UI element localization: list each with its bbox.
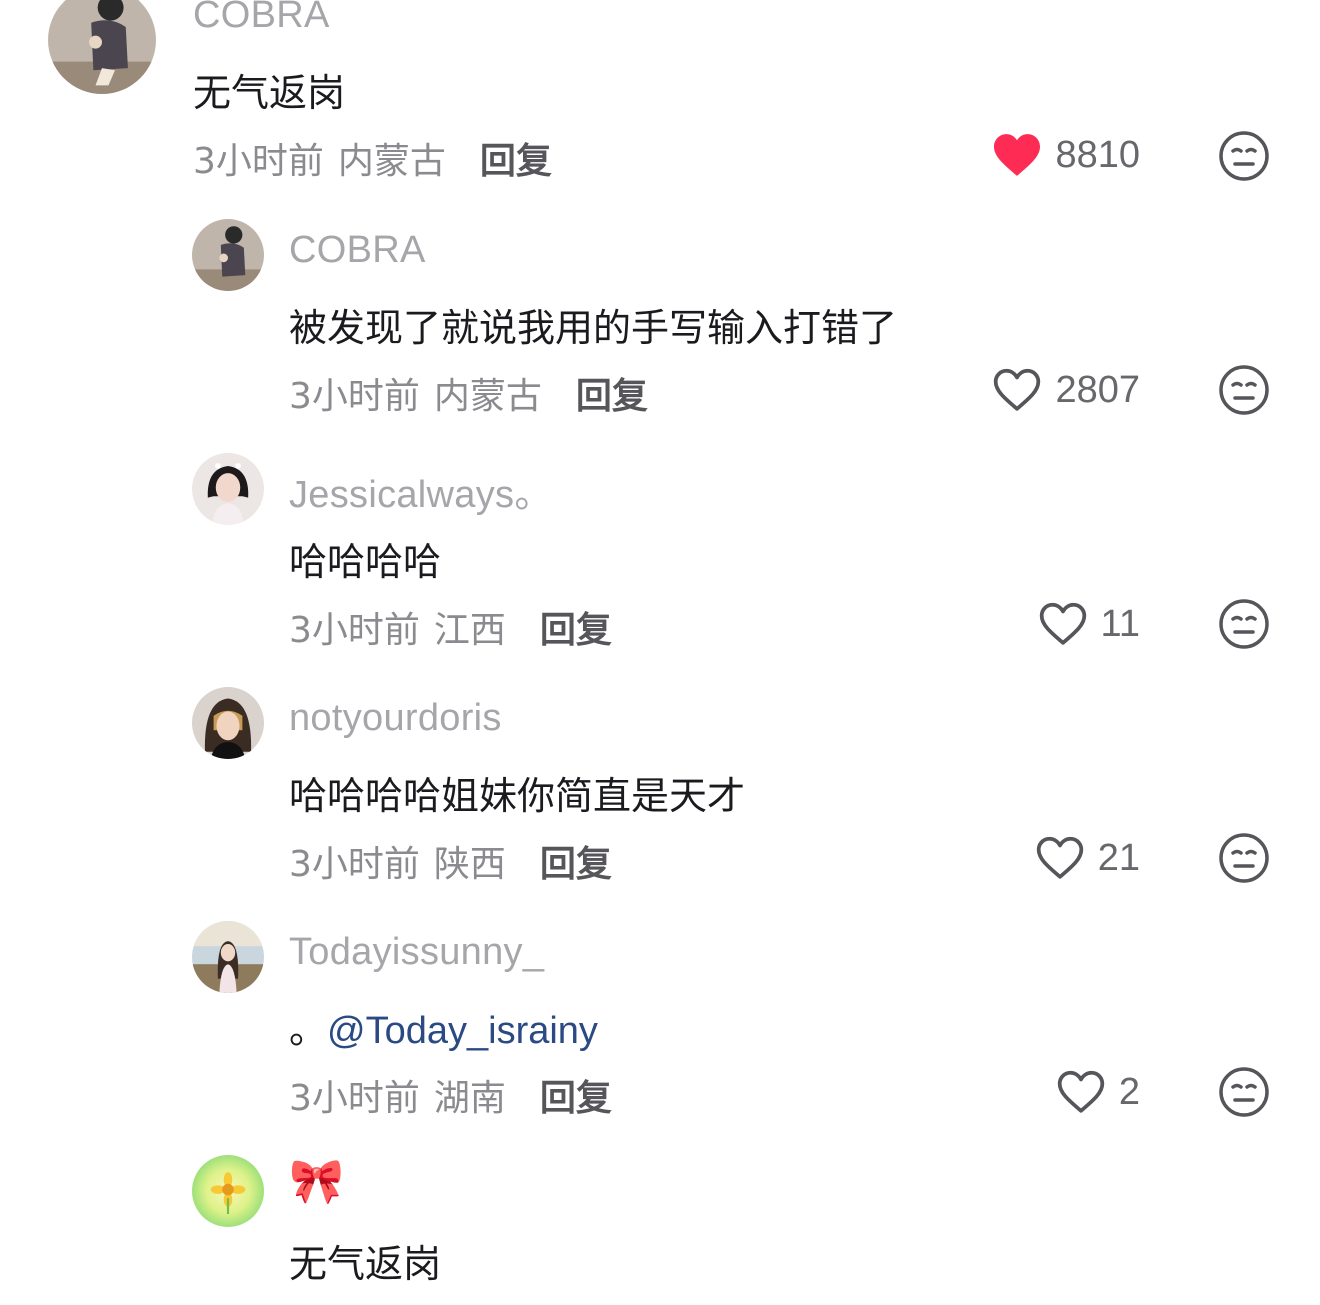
comment-time: 3小时前 [289,1078,420,1119]
like-button[interactable]: 21 [1034,835,1140,881]
heart-icon [994,368,1041,411]
like-count: 21 [1097,836,1140,879]
comment-username[interactable]: COBRA [289,229,426,272]
like-count: 8810 [1055,133,1140,176]
comment-text: 。@Today_israiny [289,999,598,1054]
avatar-outdoor-icon [192,921,264,993]
meh-face-icon [1219,833,1269,883]
comment-username[interactable]: notyourdoris [289,697,502,740]
dislike-button[interactable] [1218,1066,1270,1118]
comment-time: 3小时前 [289,844,420,885]
dislike-button[interactable] [1218,364,1270,416]
meh-face-icon [1219,131,1269,181]
comment-meta: 3小时前 湖南 回复 [289,1069,612,1121]
avatar-girl-icon [192,687,264,759]
like-button[interactable]: 2807 [991,367,1140,413]
reply-button[interactable]: 回复 [540,1069,612,1121]
like-count: 11 [1100,602,1140,645]
comment-username[interactable]: Todayissunny_ [289,931,544,974]
avatar[interactable] [192,453,264,525]
comment-text: 无气返岗 [289,1242,442,1286]
dislike-button[interactable] [1218,598,1270,650]
comment-text: 无气返岗 [193,71,346,115]
sunflower-icon [192,1155,264,1227]
comment-meta: 3小时前 江西 回复 [289,601,612,653]
comment-username[interactable]: 🎀 [289,1160,344,1204]
avatar-girl-icon [192,453,264,525]
reply-button[interactable]: 回复 [576,367,648,419]
meh-face-icon [1219,599,1269,649]
comment-time: 3小时前 [193,141,324,182]
like-count: 2807 [1055,368,1140,411]
comment-location: 内蒙古 [433,376,542,417]
avatar[interactable] [192,219,264,291]
dislike-button[interactable] [1218,832,1270,884]
comment-location: 湖南 [433,1078,506,1119]
avatar[interactable] [192,921,264,993]
avatar-person-icon [192,219,264,291]
meh-face-icon [1219,1067,1269,1117]
reply-button[interactable]: 回复 [540,601,612,653]
comment-meta: 3小时前 内蒙古 回复 [289,367,648,419]
like-button[interactable]: 11 [1037,601,1140,647]
comment-time: 3小时前 [289,376,420,417]
heart-icon [1039,602,1086,645]
dislike-button[interactable] [1218,130,1270,182]
comment-text-prefix: 。 [289,1008,328,1052]
comment-location: 内蒙古 [337,141,446,182]
avatar[interactable] [192,1155,264,1227]
reply-button[interactable]: 回复 [480,132,552,184]
heart-icon [1036,836,1083,879]
avatar[interactable] [48,0,156,94]
comment-text: 被发现了就说我用的手写输入打错了 [289,306,898,350]
like-count: 2 [1118,1070,1140,1113]
avatar-person-icon [48,0,156,94]
comment-location: 陕西 [433,844,506,885]
avatar[interactable] [192,687,264,759]
meh-face-icon [1219,365,1269,415]
comment-meta: 3小时前 陕西 回复 [289,835,612,887]
comment-location: 江西 [433,610,506,651]
comment-meta: 3小时前 内蒙古 回复 [193,132,552,184]
comment-text: 哈哈哈哈姐妹你简直是天才 [289,774,746,818]
heart-icon [1057,1070,1105,1113]
comment-username[interactable]: COBRA [193,0,330,37]
mention-link[interactable]: @Today_israiny [327,1010,598,1052]
comment-text: 哈哈哈哈 [289,540,442,584]
like-button[interactable]: 8810 [991,132,1140,178]
reply-button[interactable]: 回复 [540,835,612,887]
heart-icon [994,134,1041,176]
like-button[interactable]: 2 [1055,1069,1140,1115]
comment-time: 3小时前 [289,610,420,651]
comment-username[interactable]: Jessicalways。 [289,463,553,518]
